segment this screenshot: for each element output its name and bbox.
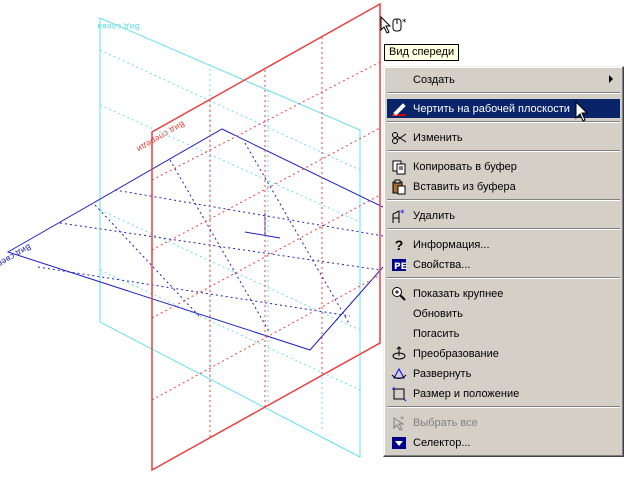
menu-item-size-position[interactable]: Размер и положение — [387, 384, 620, 403]
menu-separator — [387, 199, 620, 201]
transform-icon — [390, 345, 408, 363]
scissors-icon — [390, 129, 408, 147]
selector-icon — [390, 434, 408, 452]
menu-item-label: Селектор... — [413, 436, 471, 449]
menu-item-zoom-in[interactable]: Показать крупнее — [387, 284, 620, 303]
menu-item-label: Обновить — [413, 307, 463, 320]
front-plane — [151, 2, 381, 472]
menu-item-transform[interactable]: Преобразование — [387, 344, 620, 363]
menu-item-label: Свойства... — [413, 258, 471, 271]
menu-item-label: Вставить из буфера — [413, 180, 516, 193]
pencil-icon — [390, 100, 408, 118]
menu-item-label: Чертить на рабочей плоскости — [413, 102, 570, 115]
menu-separator — [387, 92, 620, 94]
top-plane — [6, 128, 421, 351]
back-plane-label: Вид слева — [97, 22, 140, 31]
back-plane — [99, 17, 361, 458]
rotate-icon — [390, 365, 408, 383]
zoom-icon — [390, 285, 408, 303]
resize-icon — [390, 385, 408, 403]
mouse-cursor-icon: * — [380, 15, 414, 41]
menu-item-label: Развернуть — [413, 367, 472, 380]
menu-item-delete[interactable]: * Удалить — [387, 206, 620, 225]
menu-item-select-all[interactable]: * Выбрать все — [387, 413, 620, 432]
menu-item-rotate[interactable]: Развернуть — [387, 364, 620, 383]
delete-icon: * — [390, 207, 408, 225]
menu-item-label: Изменить — [413, 131, 463, 144]
submenu-arrow-icon — [609, 75, 613, 83]
menu-item-label: Погасить — [413, 327, 460, 340]
select-all-icon: * — [390, 414, 408, 432]
menu-item-create[interactable]: Создать — [387, 70, 620, 89]
menu-separator — [387, 150, 620, 152]
menu-item-info[interactable]: ? Информация... — [387, 235, 620, 254]
menu-item-label: Выбрать все — [413, 416, 478, 429]
menu-item-edit[interactable]: Изменить — [387, 128, 620, 147]
svg-text:*: * — [400, 415, 404, 424]
menu-separator — [387, 406, 620, 408]
menu-separator — [387, 228, 620, 230]
question-icon: ? — [394, 236, 404, 253]
paste-icon — [390, 178, 408, 196]
menu-item-properties[interactable]: PE Свойства... — [387, 255, 620, 274]
svg-text:*: * — [402, 18, 407, 28]
menu-item-label: Размер и положение — [413, 387, 520, 400]
menu-item-label: Копировать в буфер — [413, 160, 517, 173]
menu-item-copy[interactable]: Копировать в буфер — [387, 157, 620, 176]
menu-item-label: Информация... — [413, 238, 490, 251]
menu-item-label: Удалить — [413, 209, 455, 222]
svg-text:PE: PE — [394, 262, 407, 272]
menu-item-hide[interactable]: Погасить — [387, 324, 620, 343]
menu-item-label: Преобразование — [413, 347, 499, 360]
menu-item-label: Создать — [413, 73, 455, 86]
copy-icon — [390, 158, 408, 176]
menu-item-label: Показать крупнее — [413, 287, 504, 300]
menu-item-refresh[interactable]: Обновить — [387, 304, 620, 323]
menu-separator — [387, 277, 620, 279]
arrow-cursor-icon — [575, 100, 589, 126]
tooltip: Вид спереди — [384, 44, 460, 61]
properties-icon: PE — [390, 256, 408, 274]
menu-item-selector[interactable]: Селектор... — [387, 433, 620, 452]
svg-text:*: * — [400, 209, 405, 219]
menu-item-paste[interactable]: Вставить из буфера — [387, 177, 620, 196]
